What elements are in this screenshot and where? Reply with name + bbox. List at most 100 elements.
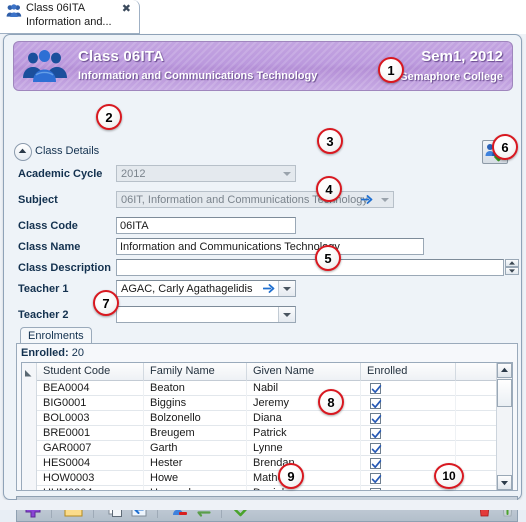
tab-title-line2: Information and... [26,16,112,28]
table-row[interactable]: BEA0004 Beaton Nabil [22,381,512,396]
cell-blank[interactable] [456,381,497,396]
spinner-up-icon[interactable] [505,259,519,267]
column-header-blank[interactable] [456,363,497,381]
row-selector[interactable] [22,486,37,490]
row-selector[interactable] [22,411,37,426]
cell-student-code[interactable]: GAR0007 [37,441,144,456]
cell-student-code[interactable]: BIG0001 [37,396,144,411]
row-selector[interactable] [22,426,37,441]
cell-given-name[interactable]: Brendan [247,456,361,471]
cell-student-code[interactable]: HOW0003 [37,471,144,486]
teacher-1-combo[interactable]: AGAC, Carly Agathagelidis [116,280,296,297]
cell-student-code[interactable]: BEA0004 [37,381,144,396]
cell-family-name[interactable]: Bolzonello [144,411,247,426]
cell-given-name[interactable]: Nabil [247,381,361,396]
document-tab-class-06ita[interactable]: Class 06ITA Information and... ✖ [0,0,140,34]
cell-given-name[interactable]: Mathew [247,471,361,486]
enrolled-count-value: 20 [71,347,84,359]
cell-family-name[interactable]: Hummel [144,486,247,490]
cell-student-code[interactable]: HUM0004 [37,486,144,490]
grid-corner-cell[interactable] [22,363,37,381]
enrolled-checkbox[interactable] [370,488,381,490]
callout-marker-3: 3 [317,128,343,154]
cell-family-name[interactable]: Biggins [144,396,247,411]
spinner-down-icon[interactable] [505,267,519,275]
tab-enrolments[interactable]: Enrolments [20,327,92,344]
column-header-family-name[interactable]: Family Name [144,363,247,381]
chevron-down-icon[interactable] [278,281,295,296]
cell-family-name[interactable]: Garth [144,441,247,456]
cell-blank[interactable] [456,486,497,490]
cell-enrolled[interactable] [361,411,456,426]
status-bar [0,500,526,510]
callout-marker-5: 5 [315,245,341,271]
column-header-enrolled[interactable]: Enrolled [361,363,456,381]
cell-family-name[interactable]: Hester [144,456,247,471]
table-row[interactable]: BOL0003 Bolzonello Diana [22,411,512,426]
table-row[interactable]: BRE0001 Breugem Patrick [22,426,512,441]
cell-family-name[interactable]: Howe [144,471,247,486]
enrolled-checkbox[interactable] [370,383,382,394]
table-row[interactable]: HUM0004HummelDaniel [22,486,512,490]
enrolled-count: Enrolled: 20 [21,347,84,359]
cell-student-code[interactable]: HES0004 [37,456,144,471]
cell-blank[interactable] [456,396,497,411]
chevron-down-icon[interactable] [278,307,295,322]
row-selector[interactable] [22,381,37,396]
column-header-given-name[interactable]: Given Name [247,363,361,381]
cell-student-code[interactable]: BRE0001 [37,426,144,441]
academic-cycle-value: 2012 [121,168,146,180]
enrolled-checkbox[interactable] [370,413,382,424]
cell-enrolled[interactable] [361,441,456,456]
cell-given-name[interactable]: Diana [247,411,361,426]
teacher-2-combo[interactable] [116,306,296,323]
cell-blank[interactable] [456,426,497,441]
row-selector[interactable] [22,471,37,486]
cell-enrolled[interactable] [361,381,456,396]
cell-enrolled[interactable] [361,396,456,411]
class-description-spinner[interactable] [505,259,519,276]
scrollbar-thumb[interactable] [497,379,512,407]
cell-enrolled[interactable] [361,426,456,441]
cell-given-name[interactable]: Patrick [247,426,361,441]
cell-family-name[interactable]: Breugem [144,426,247,441]
academic-cycle-combo[interactable]: 2012 [116,165,296,182]
column-header-student-code[interactable]: Student Code [37,363,144,381]
enrolled-checkbox[interactable] [370,428,382,439]
callout-marker-1: 1 [378,57,404,83]
enrolled-checkbox[interactable] [370,473,382,484]
class-details-collapse-toggle[interactable] [14,143,32,161]
goto-arrow-icon[interactable] [360,194,373,206]
goto-arrow-icon[interactable] [262,283,275,295]
callout-marker-2: 2 [96,104,122,130]
class-code-input[interactable] [116,217,296,234]
chevron-down-icon[interactable] [279,166,295,181]
enrolled-checkbox[interactable] [370,458,382,469]
table-row[interactable]: GAR0007 Garth Lynne [22,441,512,456]
class-name-input[interactable] [116,238,424,255]
row-selector[interactable] [22,396,37,411]
subject-combo[interactable]: 06IT, Information and Communications Tec… [116,191,394,208]
enrolled-checkbox[interactable] [370,398,382,409]
label-class-description: Class Description [18,262,111,274]
close-icon[interactable]: ✖ [122,3,131,15]
cell-given-name[interactable]: Lynne [247,441,361,456]
cell-family-name[interactable]: Beaton [144,381,247,396]
cell-blank[interactable] [456,441,497,456]
scroll-down-icon[interactable] [497,475,512,490]
row-selector[interactable] [22,456,37,471]
enrolled-checkbox[interactable] [370,443,382,454]
banner-subtitle: Information and Communications Technolog… [78,70,318,82]
table-row[interactable]: BIG0001 Biggins Jeremy [22,396,512,411]
row-selector[interactable] [22,441,37,456]
grid-vertical-scrollbar[interactable] [496,363,512,490]
class-description-input[interactable] [116,259,504,276]
enrolled-count-label: Enrolled: [21,347,69,359]
callout-marker-9: 9 [278,463,304,489]
tab-strip: Class 06ITA Information and... ✖ [0,0,526,34]
scroll-up-icon[interactable] [497,363,512,378]
cell-blank[interactable] [456,411,497,426]
chevron-down-icon[interactable] [377,192,393,207]
cell-student-code[interactable]: BOL0003 [37,411,144,426]
cell-given-name[interactable]: Daniel [247,486,361,490]
